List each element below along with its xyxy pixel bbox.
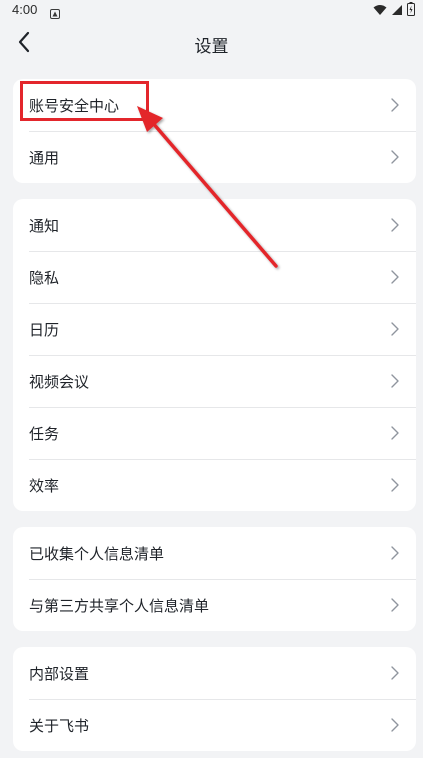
chevron-right-icon <box>391 374 399 388</box>
chevron-right-icon <box>391 478 399 492</box>
settings-group-personal-info: 已收集个人信息清单 与第三方共享个人信息清单 <box>13 527 416 631</box>
settings-item-video-meeting[interactable]: 视频会议 <box>13 355 416 407</box>
chevron-right-icon <box>391 666 399 680</box>
settings-item-calendar[interactable]: 日历 <box>13 303 416 355</box>
chevron-right-icon <box>391 218 399 232</box>
settings-item-internal[interactable]: 内部设置 <box>13 647 416 699</box>
settings-item-label: 日历 <box>29 320 60 339</box>
settings-item-collected-info[interactable]: 已收集个人信息清单 <box>13 527 416 579</box>
page-title: 设置 <box>194 37 229 57</box>
settings-item-efficiency[interactable]: 效率 <box>13 459 416 511</box>
settings-item-label: 关于飞书 <box>29 716 90 735</box>
status-bar: 4:00 <box>0 0 423 20</box>
signal-icon <box>391 1 403 20</box>
settings-item-label: 效率 <box>29 476 60 495</box>
chevron-right-icon <box>391 98 399 112</box>
status-icons <box>373 1 415 20</box>
nav-bar: 设置 <box>0 20 423 66</box>
settings-item-label: 与第三方共享个人信息清单 <box>29 596 210 615</box>
settings-item-label: 通用 <box>29 148 60 167</box>
settings-item-tasks[interactable]: 任务 <box>13 407 416 459</box>
notification-icon <box>50 4 60 19</box>
status-time: 4:00 <box>12 2 38 17</box>
settings-group-about: 内部设置 关于飞书 <box>13 647 416 751</box>
battery-icon <box>407 1 415 20</box>
settings-item-label: 任务 <box>29 424 60 443</box>
settings-item-label: 内部设置 <box>29 664 90 683</box>
chevron-right-icon <box>391 322 399 336</box>
settings-group-features: 通知 隐私 日历 视频会议 任务 效率 <box>13 199 416 511</box>
chevron-right-icon <box>391 150 399 164</box>
settings-item-notifications[interactable]: 通知 <box>13 199 416 251</box>
wifi-icon <box>373 1 387 20</box>
chevron-right-icon <box>391 426 399 440</box>
settings-item-about[interactable]: 关于飞书 <box>13 699 416 751</box>
settings-item-label: 已收集个人信息清单 <box>29 544 165 563</box>
settings-item-label: 通知 <box>29 216 60 235</box>
chevron-right-icon <box>391 270 399 284</box>
chevron-right-icon <box>391 546 399 560</box>
settings-item-shared-info[interactable]: 与第三方共享个人信息清单 <box>13 579 416 631</box>
settings-item-label: 隐私 <box>29 268 60 287</box>
chevron-right-icon <box>391 718 399 732</box>
settings-item-general[interactable]: 通用 <box>13 131 416 183</box>
settings-item-privacy[interactable]: 隐私 <box>13 251 416 303</box>
chevron-right-icon <box>391 598 399 612</box>
settings-item-label: 视频会议 <box>29 372 90 391</box>
annotation-highlight-box <box>20 81 149 121</box>
